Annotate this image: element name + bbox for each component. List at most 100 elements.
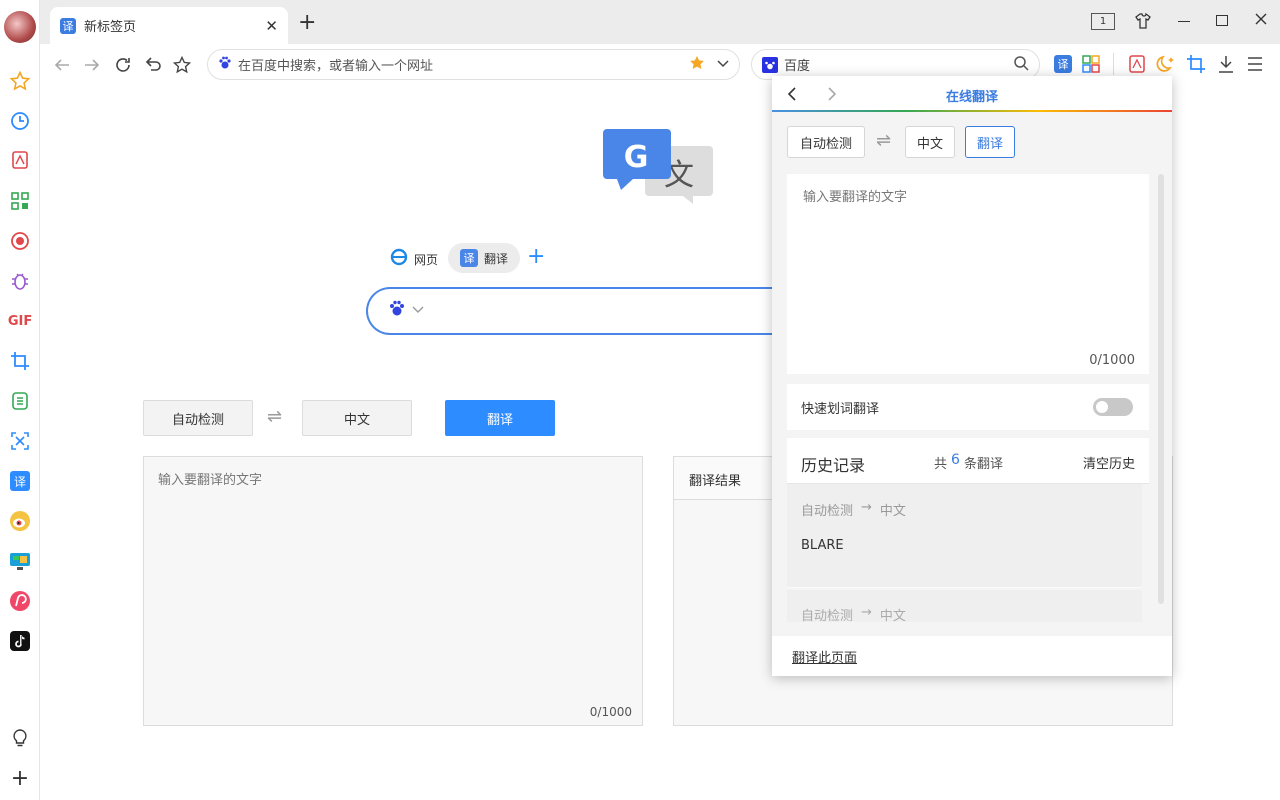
search-icon[interactable]	[1013, 55, 1029, 75]
baidu-logo-icon	[762, 56, 778, 73]
baidu-paw-icon	[388, 300, 406, 322]
screenshot-crop-icon[interactable]	[1187, 55, 1205, 77]
swap-languages-icon[interactable]: ⇌	[267, 406, 282, 427]
address-bar-placeholder: 在百度中搜索，或者输入一个网址	[238, 59, 434, 74]
search-tab-translate-label: 翻译	[484, 251, 509, 266]
undo-close-button[interactable]	[141, 53, 165, 77]
history-item[interactable]: 自动检测 → 中文	[787, 590, 1142, 622]
history-item-to: 中文	[879, 609, 906, 622]
tab-new-tab[interactable]: 译 新标签页 ✕	[50, 7, 288, 44]
popup-footer: 翻译此页面	[772, 636, 1172, 676]
notes-icon[interactable]	[8, 389, 32, 413]
engine-chevron-down-icon[interactable]	[412, 303, 424, 319]
history-count: 共 6 条翻译	[934, 452, 1003, 472]
popup-body: 自动检测 ⇌ 中文 翻译 输入要翻译的文字 0/1000 快速划词翻译 历史记录…	[772, 112, 1172, 636]
tab-favicon-icon: 译	[60, 17, 76, 34]
translate-logo-icon: 文G	[603, 129, 715, 213]
reload-button[interactable]	[111, 53, 135, 77]
ocr-scan-icon[interactable]	[8, 429, 32, 453]
qrcode-icon[interactable]	[8, 189, 32, 213]
address-bar[interactable]: 在百度中搜索，或者输入一个网址	[207, 49, 740, 80]
avatar[interactable]	[4, 11, 36, 43]
translate-popup: 在线翻译 自动检测 ⇌ 中文 翻译 输入要翻译的文字 0/1000 快速划词翻译…	[772, 76, 1172, 676]
popup-input-placeholder: 输入要翻译的文字	[803, 190, 908, 205]
main-search-input[interactable]	[366, 287, 786, 335]
download-icon[interactable]	[1217, 55, 1235, 77]
history-item[interactable]: 自动检测 → 中文 BLARE	[787, 484, 1142, 588]
quick-translate-row: 快速划词翻译	[787, 384, 1149, 430]
bug-icon[interactable]	[8, 269, 32, 293]
tab-title: 新标签页	[84, 20, 137, 35]
close-window-button[interactable]	[1254, 12, 1268, 30]
record-icon[interactable]	[8, 229, 32, 253]
tab-bar: 译 新标签页 ✕ + 1	[40, 0, 1280, 44]
translate-icon[interactable]: 译	[8, 469, 32, 493]
app-pink-icon[interactable]	[8, 589, 32, 613]
gif-icon[interactable]: GIF	[8, 309, 32, 333]
sidebar: GIF 译 +	[0, 0, 40, 800]
history-count-suffix: 条翻译	[963, 457, 1003, 472]
popup-swap-icon[interactable]: ⇌	[876, 130, 891, 151]
target-language-select[interactable]: 中文	[302, 400, 412, 436]
popup-source-language-select[interactable]: 自动检测	[787, 126, 865, 158]
history-count-prefix: 共	[934, 457, 948, 472]
popup-target-language-select[interactable]: 中文	[905, 126, 955, 158]
popup-scrollbar[interactable]	[1158, 174, 1164, 604]
popup-title: 在线翻译	[945, 90, 998, 105]
favorites-star-icon[interactable]	[8, 69, 32, 93]
quick-translate-toggle[interactable]	[1093, 398, 1133, 416]
history-header: 历史记录 共 6 条翻译 清空历史	[787, 438, 1149, 484]
monitor-icon[interactable]	[8, 549, 32, 573]
add-search-tab-icon[interactable]: +	[527, 244, 545, 269]
apps-grid-icon[interactable]	[1082, 55, 1100, 77]
tab-close-icon[interactable]: ✕	[265, 17, 278, 35]
lightbulb-icon[interactable]	[8, 726, 32, 750]
minimize-button[interactable]	[1178, 21, 1190, 22]
result-label: 翻译结果	[689, 474, 742, 489]
popup-char-count: 0/1000	[1089, 353, 1135, 368]
tab-count-badge[interactable]: 1	[1091, 13, 1115, 30]
search-tab-web[interactable]: 网页	[390, 246, 438, 272]
favorite-star-filled-icon[interactable]	[689, 55, 705, 75]
translate-tab-icon: 译	[460, 249, 478, 267]
popup-translate-button[interactable]: 翻译	[965, 126, 1015, 158]
search-tab-web-label: 网页	[414, 252, 439, 267]
night-mode-icon[interactable]	[1156, 54, 1176, 78]
clear-history-button[interactable]: 清空历史	[1083, 453, 1135, 472]
source-text-placeholder: 输入要翻译的文字	[158, 473, 263, 488]
source-language-select[interactable]: 自动检测	[143, 400, 253, 436]
tiktok-icon[interactable]	[8, 629, 32, 653]
pdf-icon[interactable]	[8, 148, 32, 172]
svg-text:G: G	[624, 140, 649, 175]
history-item-from: 自动检测	[801, 609, 854, 622]
source-text-area[interactable]: 输入要翻译的文字 0/1000	[143, 456, 643, 726]
translate-page-link[interactable]: 翻译此页面	[792, 647, 857, 666]
history-item-langs: 自动检测 → 中文	[801, 500, 906, 519]
popup-header: 在线翻译	[772, 76, 1172, 112]
skin-shirt-icon[interactable]	[1134, 12, 1152, 34]
history-item-to: 中文	[879, 504, 906, 519]
quick-translate-label: 快速划词翻译	[801, 402, 880, 417]
maximize-button[interactable]	[1216, 15, 1228, 26]
pdf-tool-icon[interactable]	[1128, 55, 1146, 77]
crop-icon[interactable]	[8, 349, 32, 373]
add-sidebar-item-icon[interactable]: +	[8, 766, 32, 791]
baidu-paw-icon	[218, 56, 232, 74]
back-button[interactable]	[50, 53, 74, 77]
history-count-value: 6	[951, 452, 960, 468]
translate-extension-icon[interactable]: 译	[1054, 55, 1072, 73]
search-tab-translate[interactable]: 译 翻译	[448, 243, 520, 273]
history-item-langs: 自动检测 → 中文	[801, 605, 906, 622]
new-tab-button[interactable]: +	[298, 10, 316, 35]
popup-text-input[interactable]: 输入要翻译的文字 0/1000	[787, 174, 1149, 374]
arrow-right-icon: →	[861, 605, 872, 620]
chevron-down-icon[interactable]	[717, 57, 729, 73]
weibo-icon[interactable]	[8, 509, 32, 533]
menu-icon[interactable]	[1247, 56, 1263, 76]
forward-button[interactable]	[80, 53, 104, 77]
search-engine-label: 百度	[784, 59, 811, 74]
translate-button[interactable]: 翻译	[445, 400, 555, 436]
arrow-right-icon: →	[861, 500, 872, 515]
history-clock-icon[interactable]	[8, 109, 32, 133]
bookmark-star-icon[interactable]	[170, 53, 194, 77]
